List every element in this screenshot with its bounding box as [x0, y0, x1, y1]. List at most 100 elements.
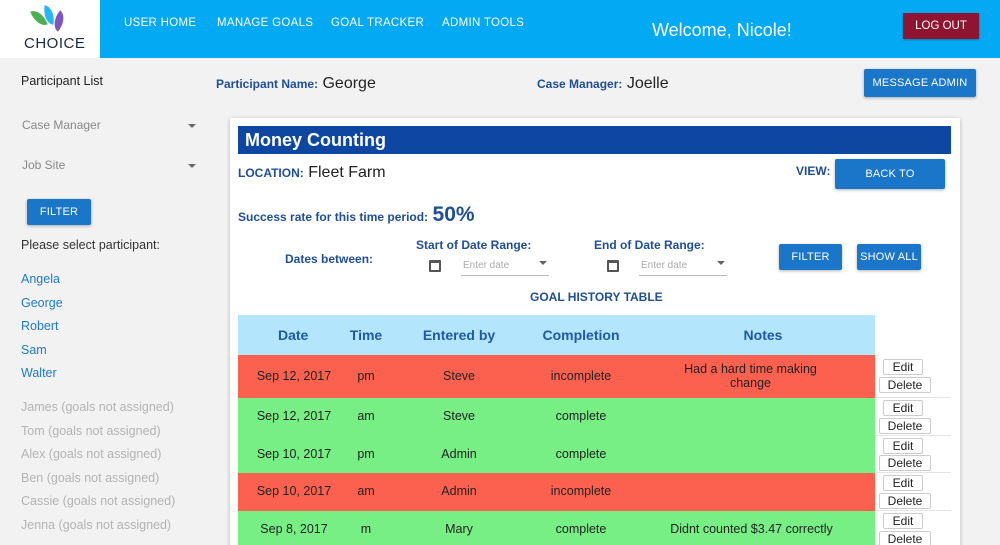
cell-time: pm — [357, 447, 375, 461]
brand-logo[interactable]: CHOICE — [0, 0, 100, 58]
table-row: Sep 12, 2017 am Steve complete — [238, 398, 875, 436]
table-row: Sep 12, 2017 pm Steve incomplete Had a h… — [238, 355, 875, 398]
cell-completion: complete — [555, 409, 607, 423]
message-admin-button[interactable]: MESSAGE ADMIN — [864, 69, 976, 97]
table-row: Sep 10, 2017 am Admin incomplete — [238, 473, 875, 511]
table-header: Date Time Entered by Completion Notes — [238, 315, 875, 355]
participant-list-title: Participant List — [21, 74, 103, 88]
edit-button[interactable]: Edit — [883, 359, 923, 375]
view-label: VIEW: — [796, 164, 831, 178]
cell-entered-by: Admin — [441, 447, 477, 461]
cell-time: m — [360, 522, 372, 536]
end-date-input[interactable]: Enter date — [639, 256, 727, 276]
participant-link-angela[interactable]: Angela — [21, 272, 60, 286]
success-rate-label: Success rate for this time period: — [238, 210, 429, 224]
cell-completion: complete — [555, 522, 607, 536]
delete-button[interactable]: Delete — [879, 455, 931, 471]
participant-name-field: Participant Name: George — [216, 75, 376, 93]
column-header-completion: Completion — [542, 327, 620, 343]
unassigned-participant: Alex (goals not assigned) — [21, 447, 162, 461]
edit-button[interactable]: Edit — [883, 438, 923, 454]
calendar-icon[interactable] — [429, 260, 441, 272]
cell-entered-by: Steve — [443, 409, 475, 423]
location-field: LOCATION: Fleet Farm — [238, 164, 386, 182]
participant-link-sam[interactable]: Sam — [21, 343, 47, 357]
column-header-entered-by: Entered by — [422, 327, 496, 343]
edit-button[interactable]: Edit — [883, 475, 923, 491]
chevron-down-icon — [188, 164, 196, 168]
delete-button[interactable]: Delete — [879, 377, 931, 393]
chevron-down-icon — [188, 124, 196, 128]
case-manager-placeholder: Case Manager — [22, 118, 101, 132]
cell-notes: Didnt counted $3.47 correctly — [670, 522, 833, 536]
case-manager-value: Joelle — [626, 75, 669, 92]
delete-button[interactable]: Delete — [879, 418, 931, 434]
column-header-time: Time — [349, 327, 383, 343]
chevron-down-icon — [717, 261, 725, 265]
column-header-date: Date — [278, 327, 309, 343]
cell-entered-by: Mary — [445, 522, 473, 536]
welcome-message: Welcome, Nicole! — [652, 20, 792, 40]
goal-title: Money Counting — [238, 126, 951, 154]
cell-date: Sep 12, 2017 — [256, 369, 332, 383]
end-date-label: End of Date Range: — [594, 238, 705, 252]
case-manager-label: Case Manager: — [537, 77, 623, 91]
unassigned-participant: Ben (goals not assigned) — [21, 471, 160, 485]
row-actions: Edit Delete — [875, 473, 951, 511]
unassigned-participant: Jenna (goals not assigned) — [21, 518, 172, 532]
delete-button[interactable]: Delete — [879, 493, 931, 509]
cell-entered-by: Admin — [441, 484, 477, 498]
logout-button[interactable]: LOG OUT — [903, 13, 979, 39]
cell-date: Sep 12, 2017 — [256, 409, 332, 423]
start-date-label: Start of Date Range: — [416, 238, 532, 252]
edit-button[interactable]: Edit — [883, 400, 923, 416]
column-header-notes: Notes — [743, 327, 783, 343]
row-actions: Edit Delete — [875, 436, 951, 473]
cell-date: Sep 8, 2017 — [260, 522, 328, 536]
nav-user-home[interactable]: USER HOME — [124, 17, 196, 29]
row-actions: Edit Delete — [875, 355, 951, 398]
back-to-tracking-button[interactable]: BACK TO TRACKING — [835, 159, 945, 210]
edit-button[interactable]: Edit — [883, 513, 923, 529]
table-row: Sep 10, 2017 pm Admin complete — [238, 436, 875, 473]
location-value: Fleet Farm — [308, 164, 386, 181]
participant-link-george[interactable]: George — [21, 296, 63, 310]
job-site-select[interactable]: Job Site — [22, 158, 198, 182]
row-actions: Edit Delete — [875, 398, 951, 436]
select-participant-prompt: Please select participant: — [21, 238, 160, 252]
date-filter-button[interactable]: FILTER — [779, 244, 842, 270]
participant-link-robert[interactable]: Robert — [21, 319, 59, 333]
end-date-placeholder: Enter date — [641, 260, 688, 271]
success-rate: Success rate for this time period: 50% — [238, 203, 475, 227]
nav-goal-tracker[interactable]: GOAL TRACKER — [331, 17, 424, 29]
start-date-input[interactable]: Enter date — [461, 256, 549, 276]
unassigned-participant: Cassie (goals not assigned) — [21, 494, 176, 508]
location-label: LOCATION: — [238, 166, 304, 180]
unassigned-participant: James (goals not assigned) — [21, 400, 174, 414]
row-actions: Edit Delete — [875, 511, 951, 545]
success-rate-value: 50% — [432, 203, 475, 226]
case-manager-select[interactable]: Case Manager — [22, 118, 198, 142]
table-row: Sep 8, 2017 m Mary complete Didnt counte… — [238, 511, 875, 545]
calendar-icon[interactable] — [607, 260, 619, 272]
cell-completion: incomplete — [550, 484, 612, 498]
top-nav-bar: CHOICE USER HOME MANAGE GOALS GOAL TRACK… — [0, 0, 1000, 58]
dates-between-label: Dates between: — [285, 252, 374, 266]
sidebar-filter-button[interactable]: FILTER — [27, 199, 91, 225]
cell-date: Sep 10, 2017 — [256, 484, 332, 498]
nav-admin-tools[interactable]: ADMIN TOOLS — [442, 17, 524, 29]
participant-name-value: George — [322, 75, 376, 92]
start-date-placeholder: Enter date — [463, 260, 510, 271]
cell-completion: complete — [555, 447, 607, 461]
job-site-placeholder: Job Site — [22, 158, 66, 172]
cell-time: am — [357, 484, 375, 498]
goal-history-table-title: GOAL HISTORY TABLE — [530, 290, 663, 304]
participant-name-label: Participant Name: — [216, 77, 319, 91]
chevron-down-icon — [539, 261, 547, 265]
delete-button[interactable]: Delete — [879, 531, 931, 545]
cell-completion: incomplete — [550, 369, 612, 383]
nav-manage-goals[interactable]: MANAGE GOALS — [217, 17, 313, 29]
cell-date: Sep 10, 2017 — [256, 447, 332, 461]
show-all-button[interactable]: SHOW ALL — [857, 244, 921, 270]
participant-link-walter[interactable]: Walter — [21, 366, 57, 380]
